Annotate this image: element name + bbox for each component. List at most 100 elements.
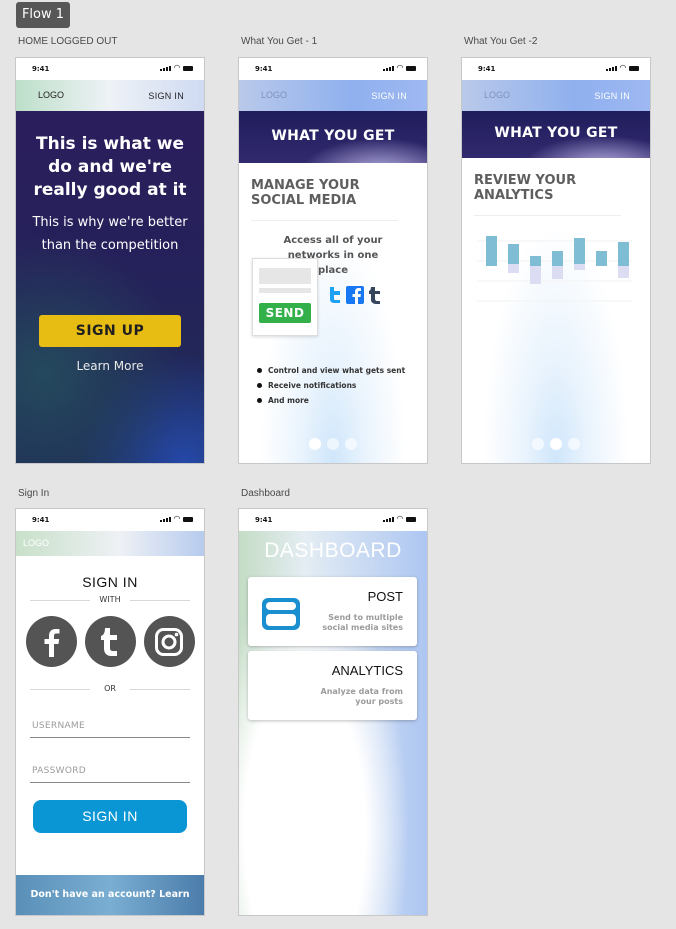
post-card[interactable]: POST Send to multiple social media sites [248,577,417,646]
facebook-icon [346,286,364,304]
status-icons: ◠ [382,63,416,72]
page-title: SIGN IN [82,574,138,590]
status-time: 9:41 [32,516,50,524]
username-field[interactable]: USERNAME [30,715,190,738]
status-bar: 9:41 ◠ [16,509,204,531]
with-label: WITH [90,594,130,606]
artboard-label-dashboard[interactable]: Dashboard [241,488,290,499]
pager-dot[interactable] [345,438,357,450]
instagram-login-button[interactable] [143,616,195,667]
or-label: OR [90,683,130,695]
logo[interactable]: LOGO [484,90,510,100]
status-time: 9:41 [478,65,496,73]
hero: This is what we do and we're really good… [16,111,204,463]
signal-icon [605,66,617,71]
analytics-card[interactable]: ANALYTICS Analyze data from your posts [248,651,417,720]
battery-icon [406,517,416,522]
signup-footer-link[interactable]: Don't have an account? Learn more [16,875,204,915]
signup-button[interactable]: SIGN UP [39,315,181,347]
battery-icon [183,517,193,522]
logo[interactable]: LOGO [23,538,49,548]
post-desc-line: Send to multiple [328,613,403,622]
wifi-icon: ◠ [396,63,403,72]
artboard-home: 9:41 ◠ LOGO SIGN IN This is what we do a… [15,57,205,464]
app-bar: LOGO SIGN IN [462,80,650,111]
dashboard-background: DASHBOARD POST Send to multiple social me… [239,531,427,915]
compose-card: SEND [252,258,318,336]
social-icons [326,286,382,304]
pager-dot[interactable] [532,438,544,450]
logo[interactable]: LOGO [261,90,287,100]
send-button[interactable]: SEND [259,303,311,323]
flow-tag[interactable]: Flow 1 [16,2,70,28]
pager-dots [239,438,427,450]
signin-link[interactable]: SIGN IN [148,91,184,101]
wifi-icon: ◠ [173,63,180,72]
status-time: 9:41 [255,516,273,524]
signal-icon [159,66,171,71]
pager-dot[interactable] [568,438,580,450]
analytics-desc-line: your posts [355,697,403,706]
hero-subhead: This is why we're better than the compet… [32,215,188,253]
facebook-login-button[interactable] [25,616,77,667]
logo[interactable]: LOGO [38,90,64,100]
hero-headline: This is what we do and we're really good… [33,134,187,200]
status-bar: 9:41 ◠ [239,509,427,531]
banner: WHAT YOU GET [239,111,427,163]
pager-dot[interactable] [309,438,321,450]
tumblr-icon [101,627,117,656]
artboard-label-home[interactable]: HOME LOGGED OUT [18,36,117,47]
status-time: 9:41 [255,65,273,73]
social-login-buttons [16,616,204,667]
with-divider: WITH [30,594,190,606]
app-bar: LOGO [16,531,204,556]
section-title: REVIEW YOUR ANALYTICS [474,173,621,216]
wifi-icon: ◠ [619,63,626,72]
feature-list: Control and view what gets sent Receive … [257,366,405,411]
content: REVIEW YOUR ANALYTICS [462,158,650,463]
post-desc-line: social media sites [322,623,403,632]
signin-button[interactable]: SIGN IN [33,800,187,833]
section-title: MANAGE YOUR SOCIAL MEDIA [251,178,398,221]
password-field[interactable]: PASSWORD [30,760,190,783]
wifi-icon: ◠ [173,514,180,523]
pager-dot[interactable] [327,438,339,450]
artboard-signin: 9:41 ◠ LOGO SIGN IN WITH OR USERNAME PAS… [15,508,205,916]
battery-icon [629,66,639,71]
status-icons: ◠ [605,63,639,72]
signal-icon [159,517,171,522]
analytics-desc-line: Analyze data from [320,687,404,696]
pager-dot[interactable] [550,438,562,450]
list-item: Control and view what gets sent [257,366,405,375]
battery-icon [183,66,193,71]
status-time: 9:41 [32,65,50,73]
or-divider: OR [30,683,190,695]
status-bar: 9:41 ◠ [16,58,204,80]
page-title: DASHBOARD [264,539,402,562]
list-item: Receive notifications [257,381,405,390]
signin-link[interactable]: SIGN IN [371,91,407,101]
facebook-icon [44,628,60,657]
instagram-icon [155,627,183,656]
artboard-label-wyg2[interactable]: What You Get -2 [464,36,537,47]
signin-link[interactable]: SIGN IN [594,91,630,101]
banner: WHAT YOU GET [462,111,650,158]
artboard-label-wyg1[interactable]: What You Get - 1 [241,36,317,47]
analytics-title: ANALYTICS [331,663,403,678]
content: MANAGE YOUR SOCIAL MEDIA Access all of y… [239,163,427,463]
post-description: Send to multiple social media sites [322,613,403,633]
post-icon [262,598,300,630]
artboard-wyg1: 9:41 ◠ LOGO SIGN IN WHAT YOU GET MANAGE … [238,57,428,464]
battery-icon [406,66,416,71]
learn-more-link[interactable]: Learn More [16,359,204,373]
placeholder-line [259,288,311,293]
status-icons: ◠ [159,514,193,523]
wifi-icon: ◠ [396,514,403,523]
tumblr-icon [369,287,380,304]
analytics-description: Analyze data from your posts [321,687,404,707]
list-item: And more [257,396,405,405]
status-bar: 9:41 ◠ [239,58,427,80]
tumblr-login-button[interactable] [84,616,136,667]
artboard-label-signin[interactable]: Sign In [18,488,49,499]
app-bar: LOGO SIGN IN [16,80,204,111]
